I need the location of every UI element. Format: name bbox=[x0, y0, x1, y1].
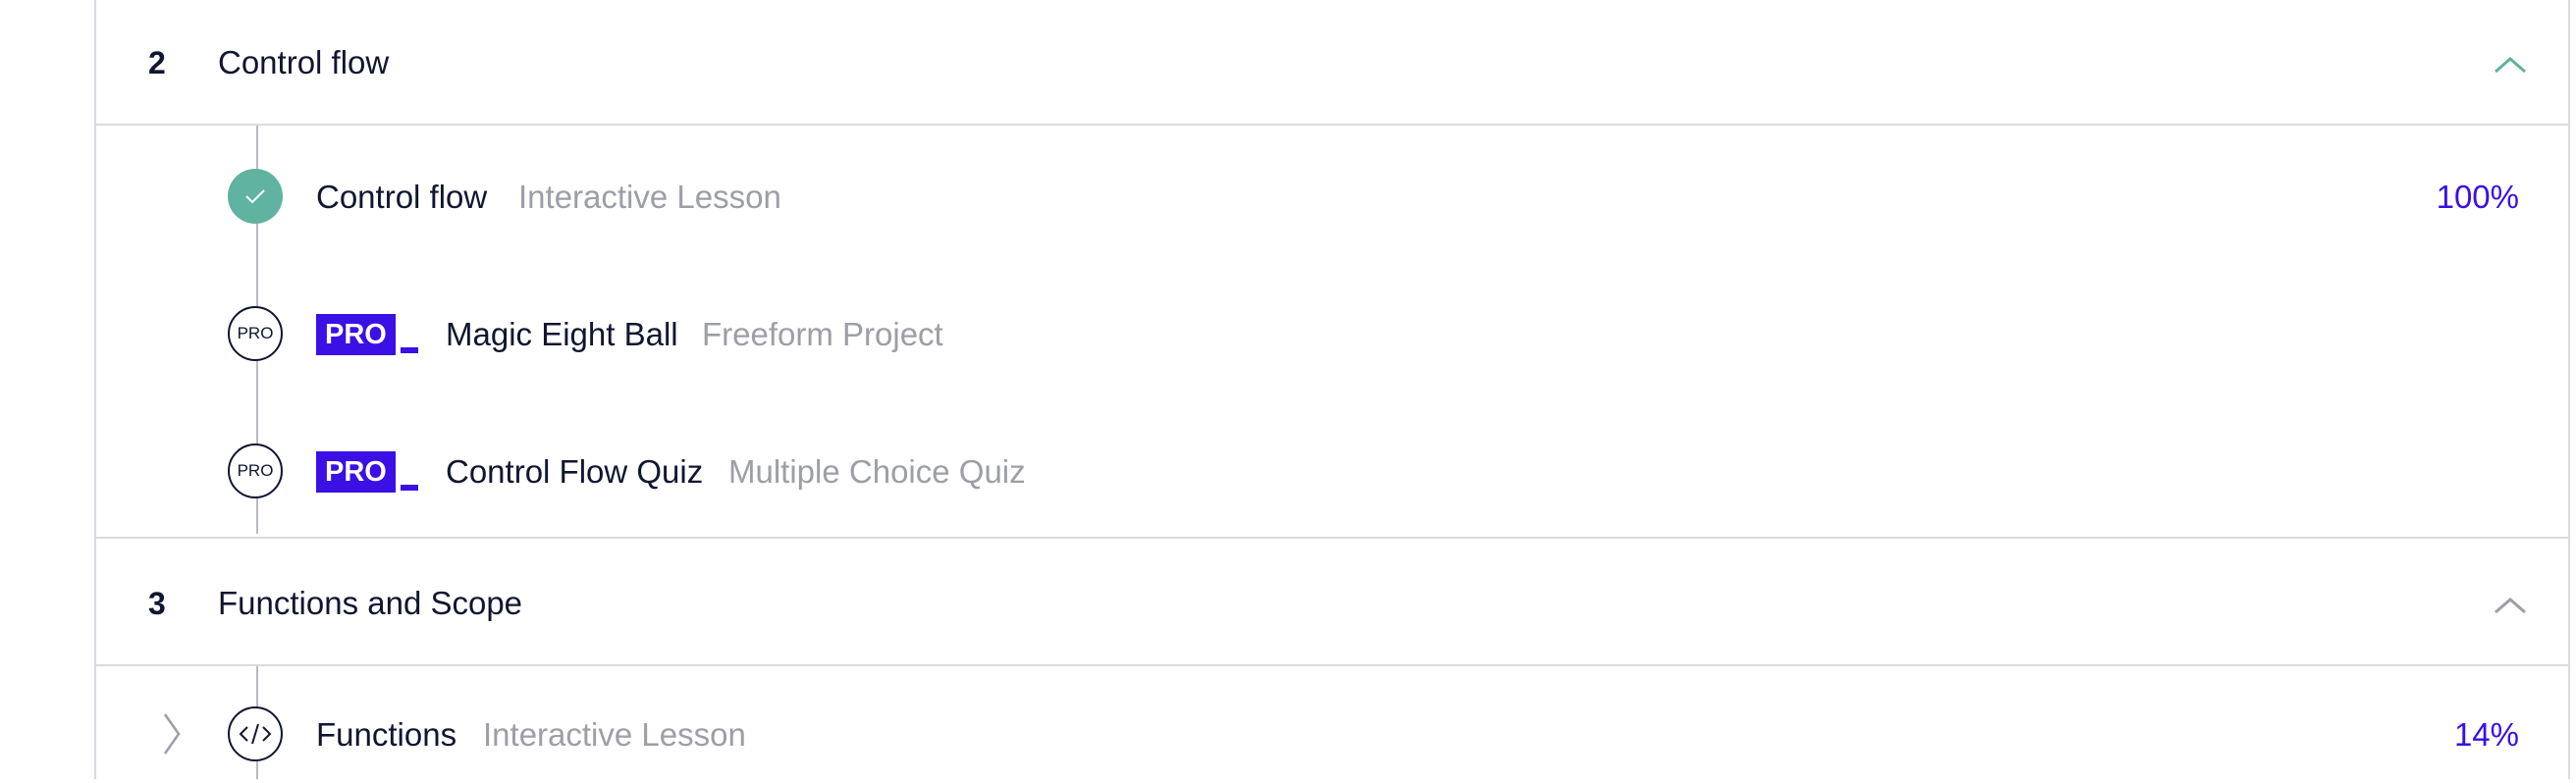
pro-badge-label: PRO bbox=[316, 314, 396, 355]
chevron-up-icon[interactable] bbox=[2494, 55, 2527, 75]
item-type: Freeform Project bbox=[702, 316, 943, 352]
module-header-functions-and-scope[interactable]: 3 Functions and Scope bbox=[96, 537, 2568, 666]
module-title: Control flow bbox=[218, 44, 390, 80]
list-item-functions-lesson[interactable]: Functions Interactive Lesson 14% bbox=[96, 685, 2568, 783]
pro-icon-label: PRO bbox=[237, 461, 274, 480]
item-title[interactable]: Magic Eight Ball bbox=[446, 314, 678, 355]
pro-cursor-mark bbox=[400, 347, 418, 353]
item-type: Multiple Choice Quiz bbox=[728, 453, 1026, 490]
list-item-magic-eight-ball[interactable]: PRO PRO Magic Eight Ball Freeform Projec… bbox=[96, 285, 2568, 383]
check-icon bbox=[228, 169, 283, 224]
course-syllabus: 2 Control flow Control flow Interactive … bbox=[94, 0, 2570, 779]
item-progress: 100% bbox=[2436, 179, 2519, 215]
item-type: Interactive Lesson bbox=[483, 716, 746, 753]
item-title[interactable]: Control Flow Quiz bbox=[446, 451, 703, 493]
pro-badge: PRO bbox=[316, 451, 418, 493]
module-title: Functions and Scope bbox=[218, 585, 523, 621]
module-number: 3 bbox=[148, 586, 166, 621]
item-title[interactable]: Functions bbox=[316, 714, 456, 756]
item-progress: 14% bbox=[2453, 716, 2519, 753]
pro-cursor-mark bbox=[400, 485, 418, 491]
pro-icon: PRO bbox=[228, 444, 283, 498]
module-number: 2 bbox=[148, 45, 166, 80]
pro-icon-label: PRO bbox=[237, 324, 274, 342]
item-title[interactable]: Control flow bbox=[316, 177, 487, 218]
pro-badge-label: PRO bbox=[316, 451, 396, 493]
pro-icon: PRO bbox=[228, 306, 283, 361]
chevron-right-icon[interactable] bbox=[161, 712, 183, 756]
list-item-control-flow-lesson[interactable]: Control flow Interactive Lesson 100% bbox=[96, 147, 2568, 245]
list-item-control-flow-quiz[interactable]: PRO PRO Control Flow Quiz Multiple Choic… bbox=[96, 422, 2568, 520]
module-header-control-flow[interactable]: 2 Control flow bbox=[96, 0, 2568, 126]
pro-badge: PRO bbox=[316, 314, 418, 355]
code-icon bbox=[228, 706, 283, 761]
item-type: Interactive Lesson bbox=[518, 179, 781, 215]
chevron-up-icon[interactable] bbox=[2494, 596, 2527, 615]
